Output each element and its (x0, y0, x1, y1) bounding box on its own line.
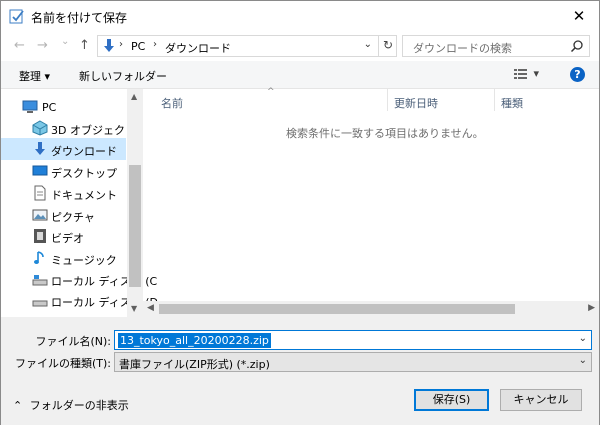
column-header-label: 名前 (161, 97, 183, 110)
column-header-date-modified[interactable]: 更新日時 (388, 89, 494, 113)
sidebar-item-videos[interactable]: ビデオ (1, 225, 126, 247)
filename-history-dropdown-icon[interactable]: ⌄ (579, 333, 587, 344)
download-arrow-icon (104, 39, 114, 52)
breadcrumb-pc[interactable]: PC (131, 40, 145, 53)
organize-menu-button[interactable]: 整理 ▾ (19, 68, 50, 84)
filetype-select[interactable]: 書庫ファイル(ZIP形式) (*.zip) ⌄ (114, 352, 592, 372)
cancel-button[interactable]: キャンセル (500, 389, 582, 411)
video-icon (34, 229, 46, 243)
view-options-button[interactable]: ▾ (514, 67, 539, 80)
music-note-icon (34, 251, 44, 264)
close-icon: ✕ (572, 7, 586, 25)
hide-folders-label: フォルダーの非表示 (29, 399, 129, 412)
filetype-value: 書庫ファイル(ZIP形式) (*.zip) (119, 358, 270, 371)
search-input[interactable]: ダウンロードの検索 (402, 35, 590, 57)
sidebar-item-desktop[interactable]: デスクトップ (1, 160, 126, 182)
drive-icon (32, 300, 48, 307)
window-title: 名前を付けて保存 (31, 11, 128, 25)
sidebar-item-documents[interactable]: ドキュメント (1, 182, 126, 204)
scroll-right-icon[interactable]: ▶ (588, 303, 595, 313)
command-toolbar: 整理 ▾ 新しいフォルダー ▾ ? (1, 61, 599, 89)
chevron-up-icon: ⌃ (13, 399, 23, 412)
file-list-scrollbar[interactable]: ◀ ▶ (143, 301, 599, 317)
scrollbar-thumb[interactable] (129, 165, 141, 287)
sidebar-item-music[interactable]: ミュージック (1, 247, 126, 269)
new-folder-button[interactable]: 新しいフォルダー (79, 68, 167, 84)
help-icon: ? (574, 68, 581, 81)
column-header-name[interactable]: 名前 (143, 89, 387, 113)
scroll-up-icon[interactable]: ▲ (131, 92, 137, 101)
sidebar-item-label: ドキュメント (51, 189, 117, 202)
sidebar-item-label: ピクチャ (51, 211, 95, 224)
up-arrow-icon[interactable]: ↑ (79, 38, 90, 53)
filetype-label: ファイルの種類(T): (14, 357, 111, 370)
breadcrumb-separator-icon: › (153, 39, 157, 50)
sidebar-item-pc[interactable]: PC (1, 96, 126, 118)
details-view-icon (514, 69, 527, 79)
file-list-pane: ^ 名前 更新日時 種類 検索条件に一致する項目はありません。 ◀ ▶ (143, 87, 599, 317)
scroll-left-icon[interactable]: ◀ (147, 303, 154, 313)
sidebar-item-label: ミュージック (51, 254, 117, 267)
empty-folder-message: 検索条件に一致する項目はありません。 (286, 127, 484, 140)
sidebar-item-pictures[interactable]: ピクチャ (1, 204, 126, 226)
sidebar-item-label: ビデオ (51, 232, 84, 245)
sidebar-item-label: 3D オブジェクト (51, 124, 136, 137)
hide-folders-toggle[interactable]: ⌃ フォルダーの非表示 (13, 397, 129, 413)
sidebar-item-3d-objects[interactable]: 3D オブジェクト (1, 117, 136, 139)
close-button[interactable]: ✕ (559, 1, 599, 31)
scroll-down-icon[interactable]: ▼ (131, 304, 137, 313)
chevron-down-icon: ▾ (533, 67, 540, 80)
sidebar-item-downloads[interactable]: ダウンロード (1, 138, 126, 160)
sidebar-scrollbar[interactable]: ▲ ▼ (127, 89, 143, 317)
save-dialog-icon (9, 9, 24, 24)
document-icon (34, 185, 46, 201)
column-header-label: 更新日時 (394, 97, 438, 110)
search-icon (570, 40, 583, 53)
chevron-down-icon: ⌄ (578, 355, 587, 366)
search-placeholder: ダウンロードの検索 (413, 42, 512, 55)
address-dropdown-icon[interactable]: ⌄ (364, 39, 372, 50)
recent-locations-icon[interactable]: ⌄ (61, 36, 69, 47)
title-bar: 名前を付けて保存 ✕ (1, 1, 599, 31)
save-button[interactable]: 保存(S) (414, 389, 489, 411)
save-as-dialog: 名前を付けて保存 ✕ ← → ⌄ ↑ › PC › ダウンロード ⌄ ↻ ダウン… (0, 0, 600, 425)
help-button[interactable]: ? (570, 67, 585, 82)
column-header-label: 種類 (501, 97, 523, 110)
desktop-icon (32, 165, 48, 176)
navigation-bar: ← → ⌄ ↑ › PC › ダウンロード ⌄ ↻ ダウンロードの検索 (1, 31, 599, 61)
sidebar-item-local-disk-d[interactable]: ローカル ディスク (D (1, 289, 158, 311)
sidebar-item-label: PC (42, 101, 57, 114)
picture-icon (32, 209, 48, 221)
refresh-icon: ↻ (383, 38, 394, 52)
filename-value[interactable]: 13_tokyo_all_20200228.zip (118, 333, 271, 348)
filename-field[interactable]: 13_tokyo_all_20200228.zip ⌄ (114, 330, 592, 350)
sidebar-item-label: ダウンロード (51, 145, 117, 158)
save-form: ファイル名(N): 13_tokyo_all_20200228.zip ⌄ ファ… (1, 317, 599, 425)
drive-icon (32, 275, 48, 286)
filename-label: ファイル名(N): (35, 335, 111, 348)
forward-arrow-icon[interactable]: → (37, 38, 48, 53)
breadcrumb-downloads[interactable]: ダウンロード (165, 40, 231, 56)
breadcrumb-separator-icon: › (119, 39, 123, 50)
scrollbar-thumb[interactable] (159, 304, 515, 314)
computer-icon (22, 100, 38, 113)
cube-icon (32, 120, 48, 136)
sidebar-item-label: デスクトップ (51, 167, 117, 180)
sidebar-item-local-disk-c[interactable]: ローカル ディスク (C (1, 268, 157, 290)
download-arrow-icon (35, 142, 45, 155)
refresh-button[interactable]: ↻ (378, 35, 397, 57)
address-bar[interactable]: › PC › ダウンロード ⌄ (97, 35, 397, 57)
back-arrow-icon[interactable]: ← (14, 38, 25, 53)
column-header-type[interactable]: 種類 (495, 89, 599, 113)
navigation-pane: PC 3D オブジェクト ダウンロード デスクトップ ドキュメント ピクチャ ビ… (1, 89, 158, 317)
